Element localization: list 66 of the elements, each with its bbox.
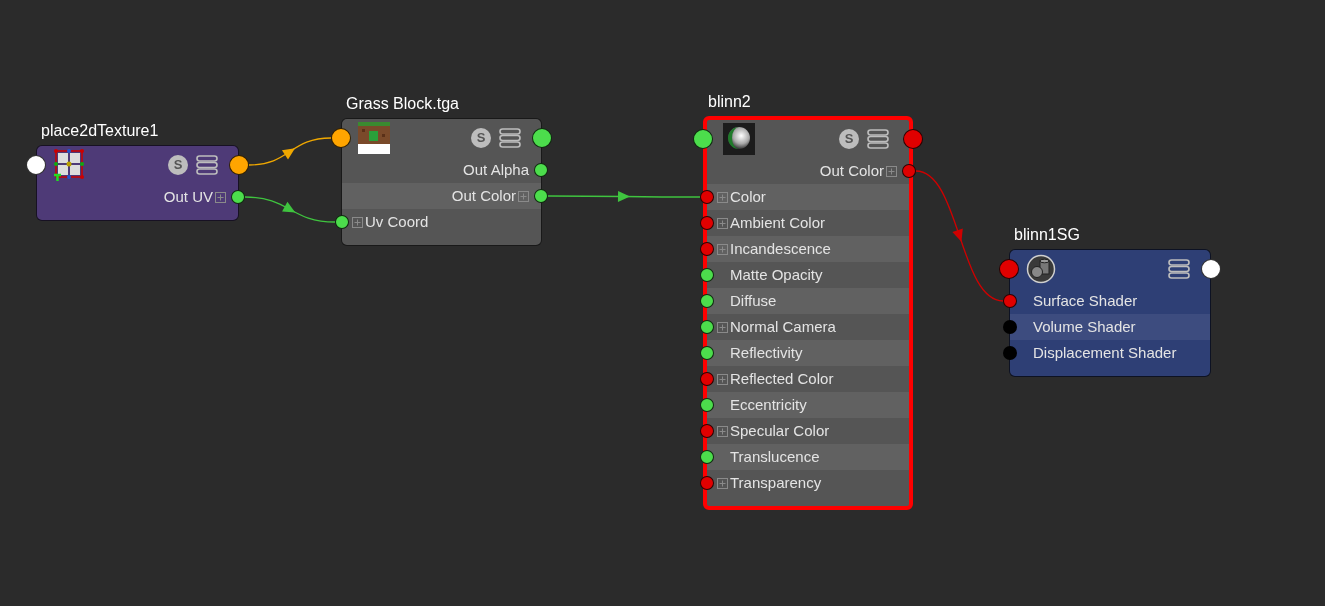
node-title: place2dTexture1 — [40, 121, 160, 141]
connection-port[interactable] — [1201, 259, 1221, 279]
expand-icon[interactable] — [215, 191, 226, 203]
port-label: Matte Opacity — [730, 264, 823, 285]
connection-port[interactable] — [700, 398, 714, 412]
port-label: Out Alpha — [463, 159, 529, 180]
connection-port[interactable] — [700, 346, 714, 360]
swatch-badge[interactable]: S — [471, 128, 491, 148]
node-card[interactable]: S Out Alpha Out Color Uv Coord — [341, 118, 542, 246]
connection-port[interactable] — [700, 294, 714, 308]
port-label: Transparency — [730, 472, 822, 493]
node-title: Grass Block.tga — [345, 94, 460, 114]
expand-icon[interactable] — [717, 425, 728, 437]
menu-icon[interactable] — [499, 128, 521, 148]
connection-port[interactable] — [26, 155, 46, 175]
node-card[interactable]: Surface Shader Volume Shader Displacement Shader — [1009, 249, 1211, 377]
connection-port[interactable] — [331, 128, 351, 148]
sphere-thumbnail — [723, 123, 755, 155]
connection-port[interactable] — [231, 190, 245, 204]
connection-wire[interactable] — [244, 196, 336, 223]
port-label: Reflectivity — [730, 342, 803, 363]
connection-port[interactable] — [700, 320, 714, 334]
port-label: Uv Coord — [365, 211, 429, 232]
expand-icon[interactable] — [352, 216, 363, 228]
expand-icon[interactable] — [717, 477, 728, 489]
expand-icon[interactable] — [717, 321, 728, 333]
port-label: Volume Shader — [1033, 316, 1136, 337]
port-label: Incandescence — [730, 238, 831, 259]
port-label: Color — [730, 186, 766, 207]
connection-port[interactable] — [534, 163, 548, 177]
swatch-badge[interactable]: S — [839, 129, 859, 149]
menu-icon[interactable] — [196, 155, 218, 175]
port-label: Out Color — [451, 185, 516, 206]
node-card[interactable]: S Out UV — [36, 145, 239, 221]
texture-placement-icon — [53, 149, 85, 181]
port-label: Ambient Color — [730, 212, 826, 233]
port-label: Normal Camera — [730, 316, 836, 337]
menu-icon[interactable] — [1168, 259, 1190, 279]
port-label: Out Color — [819, 160, 884, 181]
port-label: Out UV — [163, 186, 213, 207]
port-label: Displacement Shader — [1033, 342, 1177, 363]
node-title: blinn1SG — [1013, 225, 1081, 245]
port-label: Translucence — [730, 446, 820, 467]
connection-port[interactable] — [335, 215, 349, 229]
connection-port[interactable] — [229, 155, 249, 175]
expand-icon[interactable] — [886, 165, 897, 177]
node-title: blinn2 — [707, 92, 752, 112]
expand-icon[interactable] — [717, 217, 728, 229]
swatch-badge[interactable]: S — [168, 155, 188, 175]
connection-port[interactable] — [700, 450, 714, 464]
connection-port[interactable] — [693, 129, 713, 149]
port-label: Surface Shader — [1033, 290, 1138, 311]
port-label: Specular Color — [730, 420, 830, 441]
port-label: Eccentricity — [730, 394, 807, 415]
connection-wire[interactable] — [547, 190, 701, 202]
connection-port[interactable] — [532, 128, 552, 148]
grass-texture-thumbnail — [358, 122, 390, 154]
connection-port[interactable] — [534, 189, 548, 203]
port-label: Diffuse — [730, 290, 777, 311]
connection-port[interactable] — [700, 268, 714, 282]
port-label: Reflected Color — [730, 368, 834, 389]
node-card[interactable]: S Out Color Color Ambient Color Incandescence Matte Opacity Diffuse Normal Camera Reflectivity Reflected Color Eccentricity Specular Color Translucence Transparency — [703, 116, 913, 510]
connection-wire[interactable] — [248, 137, 332, 166]
expand-icon[interactable] — [717, 373, 728, 385]
shading-group-icon — [1026, 254, 1056, 284]
menu-icon[interactable] — [867, 129, 889, 149]
